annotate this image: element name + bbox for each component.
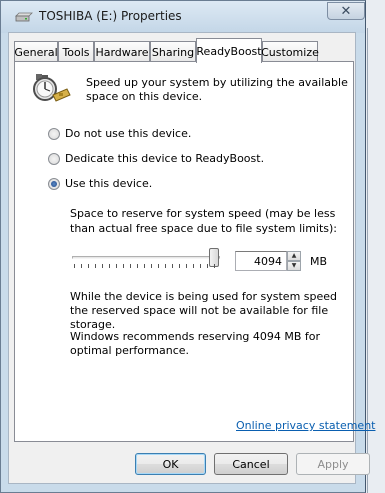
option-do-not-use[interactable]: Do not use this device. — [48, 127, 191, 140]
spin-up-icon[interactable]: ▲ — [287, 251, 301, 261]
option-use-device[interactable]: Use this device. — [48, 177, 152, 190]
slider-tick — [179, 264, 180, 268]
option-label: Use this device. — [65, 177, 153, 190]
ok-button[interactable]: OK — [135, 453, 206, 475]
slider-tick — [158, 264, 159, 268]
slider-tick — [130, 264, 131, 268]
radio-button-selected[interactable] — [48, 177, 60, 190]
slider-tick — [186, 264, 187, 268]
option-dedicate[interactable]: Dedicate this device to ReadyBoost. — [48, 152, 264, 165]
slider-tick — [144, 264, 145, 268]
slider-tick — [81, 264, 82, 268]
slider-tick — [123, 264, 124, 268]
tab-general[interactable]: General — [14, 41, 58, 62]
radio-button[interactable] — [48, 127, 60, 140]
title-bar[interactable]: TOSHIBA (E:) Properties ✕ — [1, 1, 365, 33]
intro-text: Speed up your system by utilizing the av… — [86, 76, 348, 103]
reserve-spinner[interactable]: ▲ ▼ — [287, 251, 301, 271]
slider-tick — [74, 264, 75, 268]
slider-tick — [172, 264, 173, 268]
tab-sharing[interactable]: Sharing — [150, 41, 196, 62]
spin-down-icon[interactable]: ▼ — [287, 261, 301, 271]
storage-info-text: While the device is being used for syste… — [70, 290, 338, 331]
tab-tools[interactable]: Tools — [58, 41, 94, 62]
slider-tick — [165, 264, 166, 268]
privacy-statement-link[interactable]: Online privacy statement — [236, 419, 375, 432]
tab-readyboost[interactable]: ReadyBoost — [196, 38, 262, 63]
option-label: Dedicate this device to ReadyBoost. — [65, 152, 265, 165]
reserve-slider[interactable] — [70, 248, 222, 272]
slider-tick — [109, 264, 110, 268]
slider-tick — [95, 264, 96, 268]
close-button[interactable]: ✕ — [327, 2, 365, 20]
slider-tick — [88, 264, 89, 268]
radio-button[interactable] — [48, 152, 60, 165]
slider-tick — [151, 264, 152, 268]
window-title: TOSHIBA (E:) Properties — [39, 9, 182, 23]
slider-tick — [102, 264, 103, 268]
drive-icon — [15, 12, 33, 22]
tab-hardware[interactable]: Hardware — [94, 41, 150, 62]
reserve-size-input[interactable]: 4094 — [235, 251, 287, 271]
space-reserve-label: Space to reserve for system speed (may b… — [70, 207, 338, 235]
slider-tick — [207, 264, 208, 268]
option-label: Do not use this device. — [65, 127, 192, 140]
slider-tick — [214, 264, 215, 268]
close-icon: ✕ — [340, 3, 352, 19]
slider-tick — [137, 264, 138, 268]
slider-tick — [200, 264, 201, 268]
stopwatch-icon — [33, 74, 71, 102]
slider-track[interactable] — [72, 256, 220, 259]
slider-tick — [193, 264, 194, 268]
apply-button[interactable]: Apply — [296, 453, 370, 475]
unit-label: MB — [310, 255, 328, 268]
slider-tick — [116, 264, 117, 268]
recommendation-text: Windows recommends reserving 4094 MB for… — [70, 330, 321, 357]
tab-customize[interactable]: Customize — [261, 41, 319, 62]
cancel-button[interactable]: Cancel — [214, 453, 288, 475]
